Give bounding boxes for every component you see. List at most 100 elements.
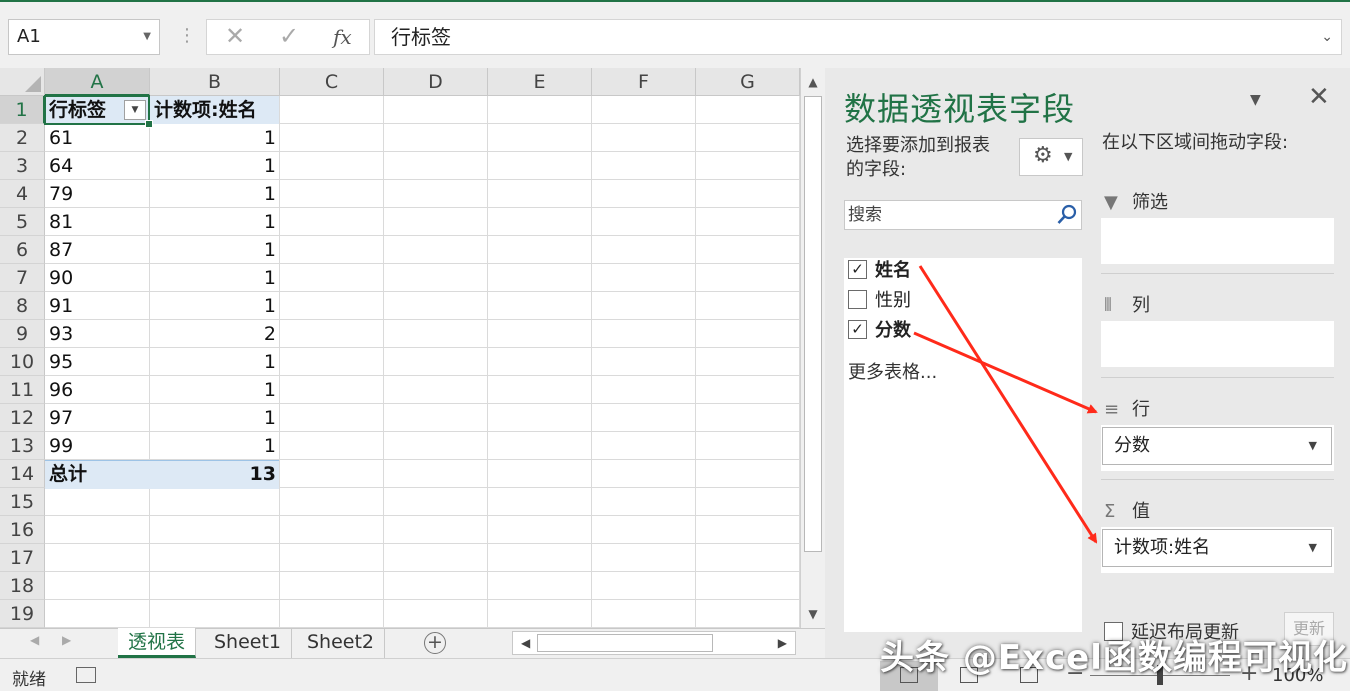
scroll-right-icon[interactable]: ▶ <box>778 632 787 654</box>
row-header[interactable]: 19 <box>0 600 45 628</box>
checkbox-checked[interactable]: ✓ <box>848 259 867 279</box>
scroll-up-icon[interactable]: ▲ <box>801 70 825 94</box>
row-header[interactable]: 11 <box>0 376 45 404</box>
chevron-down-icon[interactable]: ▼ <box>1309 530 1317 566</box>
row-header[interactable]: 2 <box>0 124 45 152</box>
columns-drop-area[interactable] <box>1101 321 1334 367</box>
cancel-icon[interactable]: ✕ <box>225 22 245 50</box>
name-box-dropdown-icon[interactable]: ▼ <box>143 20 151 54</box>
horizontal-scrollbar[interactable]: ◀ ▶ <box>512 631 796 655</box>
pivot-row-label[interactable]: 61 <box>45 124 150 152</box>
pivot-row-count[interactable]: 1 <box>150 208 280 236</box>
filters-drop-area[interactable] <box>1101 218 1334 264</box>
pivot-total-label[interactable]: 总计 <box>45 460 150 488</box>
row-header[interactable]: 9 <box>0 320 45 348</box>
column-header-d[interactable]: D <box>384 68 488 96</box>
search-placeholder: 搜索 <box>848 205 882 225</box>
pivot-row-count[interactable]: 1 <box>150 292 280 320</box>
close-icon[interactable]: ✕ <box>1308 82 1330 112</box>
row-header[interactable]: 8 <box>0 292 45 320</box>
pivot-header-count[interactable]: 计数项:姓名 <box>150 96 280 124</box>
field-item-gender[interactable]: 性别 <box>848 288 911 314</box>
pane-options-dropdown-icon[interactable]: ▼ <box>1250 92 1261 108</box>
pivot-row-label[interactable]: 81 <box>45 208 150 236</box>
row-header[interactable]: 17 <box>0 544 45 572</box>
rows-icon: ≡ <box>1104 399 1120 420</box>
row-header[interactable]: 10 <box>0 348 45 376</box>
column-header-g[interactable]: G <box>696 68 800 96</box>
expand-formula-icon[interactable]: ⌄ <box>1321 20 1333 54</box>
insert-function-icon[interactable]: fx <box>333 25 352 49</box>
pivot-row-label[interactable]: 95 <box>45 348 150 376</box>
row-header[interactable]: 15 <box>0 488 45 516</box>
pivot-row-label[interactable]: 91 <box>45 292 150 320</box>
pivot-row-count[interactable]: 1 <box>150 152 280 180</box>
select-all-button[interactable] <box>0 68 45 96</box>
row-header[interactable]: 7 <box>0 264 45 292</box>
checkbox-unchecked[interactable] <box>848 289 867 309</box>
add-sheet-icon[interactable]: + <box>424 632 446 654</box>
row-header[interactable]: 18 <box>0 572 45 600</box>
pivot-row-label[interactable]: 97 <box>45 404 150 432</box>
sheet-tab-sheet1[interactable]: Sheet1 <box>204 628 293 658</box>
more-tables-link[interactable]: 更多表格... <box>848 358 937 384</box>
row-header[interactable]: 1 <box>0 96 45 124</box>
gridline <box>383 96 384 628</box>
pivot-row-label[interactable]: 96 <box>45 376 150 404</box>
pivot-row-count[interactable]: 1 <box>150 236 280 264</box>
prev-sheet-icon[interactable]: ◀ <box>30 633 39 647</box>
row-header[interactable]: 12 <box>0 404 45 432</box>
row-header[interactable]: 16 <box>0 516 45 544</box>
field-item-name[interactable]: ✓ 姓名 <box>848 258 911 284</box>
pivot-row-count[interactable]: 1 <box>150 376 280 404</box>
next-sheet-icon[interactable]: ▶ <box>62 633 71 647</box>
vertical-scroll-thumb[interactable] <box>804 96 822 552</box>
row-header[interactable]: 14 <box>0 460 45 488</box>
pivot-row-label[interactable]: 93 <box>45 320 150 348</box>
column-header-f[interactable]: F <box>592 68 696 96</box>
scroll-left-icon[interactable]: ◀ <box>521 632 530 654</box>
horizontal-scroll-thumb[interactable] <box>537 634 713 652</box>
pivot-total-count[interactable]: 13 <box>150 460 280 488</box>
pivot-row-count[interactable]: 1 <box>150 348 280 376</box>
pivot-row-label[interactable]: 90 <box>45 264 150 292</box>
chevron-down-icon[interactable]: ▼ <box>1309 428 1317 464</box>
enter-icon[interactable]: ✓ <box>279 22 299 50</box>
field-settings-button[interactable]: ⚙ ▼ <box>1019 138 1083 176</box>
macro-record-icon[interactable] <box>76 667 96 683</box>
column-header-b[interactable]: B <box>150 68 280 96</box>
pivot-row-label[interactable]: 87 <box>45 236 150 264</box>
field-search-input[interactable]: 搜索 <box>844 200 1082 230</box>
sheet-tab-sheet2[interactable]: Sheet2 <box>297 628 386 658</box>
rows-field-chip[interactable]: 分数 ▼ <box>1102 427 1332 465</box>
pivot-row-count[interactable]: 1 <box>150 124 280 152</box>
column-header-a[interactable]: A <box>45 68 150 96</box>
name-box[interactable]: A1 ▼ <box>8 19 160 55</box>
search-icon[interactable] <box>1056 203 1078 227</box>
row-header[interactable]: 3 <box>0 152 45 180</box>
sheet-tab-pivot[interactable]: 透视表 <box>118 628 197 658</box>
pivot-row-count[interactable]: 1 <box>150 404 280 432</box>
column-header-c[interactable]: C <box>280 68 384 96</box>
column-header-e[interactable]: E <box>488 68 592 96</box>
row-header[interactable]: 4 <box>0 180 45 208</box>
rows-area-header: ≡ 行 <box>1104 399 1150 420</box>
formula-input[interactable]: 行标签 ⌄ <box>374 19 1342 55</box>
row-header[interactable]: 13 <box>0 432 45 460</box>
checkbox-checked[interactable]: ✓ <box>848 319 867 339</box>
pivot-row-label[interactable]: 99 <box>45 432 150 460</box>
row-header[interactable]: 6 <box>0 236 45 264</box>
vertical-scrollbar[interactable]: ▲ ▼ <box>800 68 825 628</box>
field-item-score[interactable]: ✓ 分数 <box>848 318 911 344</box>
row-header[interactable]: 5 <box>0 208 45 236</box>
scroll-down-icon[interactable]: ▼ <box>801 602 825 626</box>
pivot-row-label[interactable]: 64 <box>45 152 150 180</box>
pivot-row-count[interactable]: 1 <box>150 432 280 460</box>
pivot-row-count[interactable]: 2 <box>150 320 280 348</box>
pivot-row-label[interactable]: 79 <box>45 180 150 208</box>
worksheet-grid[interactable]: ABCDEFG 1 2 3 4 5 6 7 8 9 10 11 12 13 14 15 16 17 18 19 行标… <box>0 68 800 628</box>
pivot-row-count[interactable]: 1 <box>150 264 280 292</box>
pivot-row-count[interactable]: 1 <box>150 180 280 208</box>
row-label-filter-button[interactable]: ▼ <box>124 100 146 120</box>
values-field-chip[interactable]: 计数项:姓名 ▼ <box>1102 529 1332 567</box>
